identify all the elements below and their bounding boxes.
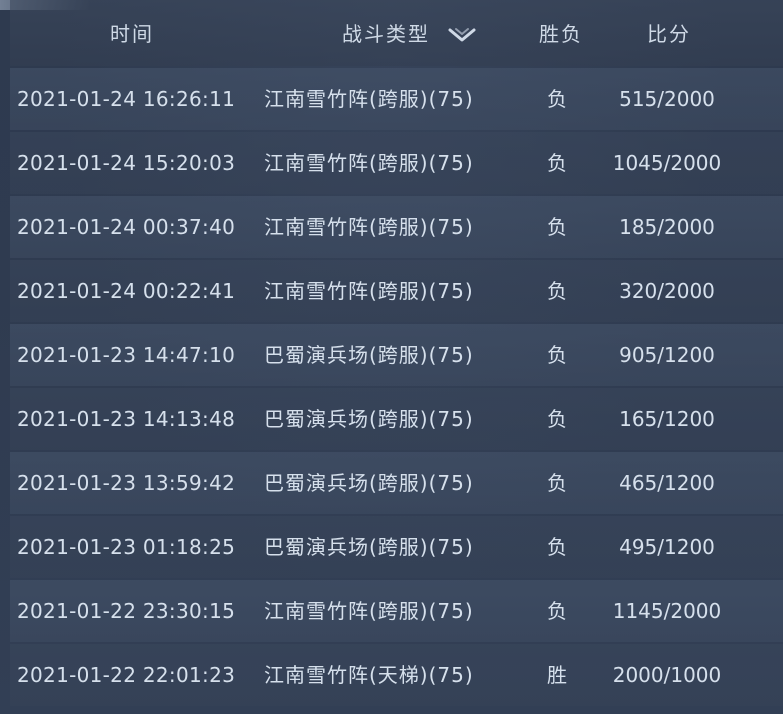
row-result: 负 <box>547 151 567 175</box>
row-score: 2000/1000 <box>612 663 722 687</box>
row-battle-type: 巴蜀演兵场(跨服)(75) <box>264 343 474 367</box>
row-time: 2021-01-24 00:22:41 <box>17 279 236 303</box>
row-result: 负 <box>547 279 567 303</box>
row-battle-type: 江南雪竹阵(跨服)(75) <box>264 151 474 175</box>
row-battle-type: 巴蜀演兵场(跨服)(75) <box>264 535 474 559</box>
row-score: 1145/2000 <box>612 599 722 623</box>
table-row: 2021-01-23 13:59:42 巴蜀演兵场(跨服)(75) 负 465/… <box>10 452 783 514</box>
row-time: 2021-01-24 00:37:40 <box>17 215 236 239</box>
row-time: 2021-01-24 16:26:11 <box>17 87 236 111</box>
row-score: 905/1200 <box>619 343 715 367</box>
battle-record-list: 2021-01-24 16:26:11 江南雪竹阵(跨服)(75) 负 515/… <box>10 68 783 708</box>
row-battle-type: 江南雪竹阵(跨服)(75) <box>264 87 474 111</box>
row-score: 465/1200 <box>619 471 715 495</box>
row-result: 负 <box>547 87 567 111</box>
row-battle-type: 江南雪竹阵(跨服)(75) <box>264 279 474 303</box>
row-time: 2021-01-23 14:47:10 <box>17 343 236 367</box>
row-score: 165/1200 <box>619 407 715 431</box>
row-result: 负 <box>547 407 567 431</box>
row-score: 1045/2000 <box>612 151 722 175</box>
battle-record-panel: 时间 战斗类型 胜负 比分 2021-01-24 16:26:11 江南雪竹阵(… <box>0 0 783 714</box>
table-row: 2021-01-23 14:13:48 巴蜀演兵场(跨服)(75) 负 165/… <box>10 388 783 450</box>
row-result: 胜 <box>547 663 567 687</box>
row-score: 185/2000 <box>619 215 715 239</box>
table-row: 2021-01-24 16:26:11 江南雪竹阵(跨服)(75) 负 515/… <box>10 68 783 130</box>
column-header-battle-type[interactable]: 战斗类型 <box>342 19 430 49</box>
row-battle-type: 江南雪竹阵(跨服)(75) <box>264 215 474 239</box>
table-header: 时间 战斗类型 胜负 比分 <box>10 0 783 66</box>
row-result: 负 <box>547 215 567 239</box>
row-time: 2021-01-23 14:13:48 <box>17 407 236 431</box>
chevron-down-icon[interactable] <box>448 27 476 43</box>
row-result: 负 <box>547 471 567 495</box>
row-time: 2021-01-24 15:20:03 <box>17 151 236 175</box>
row-time: 2021-01-22 23:30:15 <box>17 599 236 623</box>
table-row: 2021-01-23 14:47:10 巴蜀演兵场(跨服)(75) 负 905/… <box>10 324 783 386</box>
row-battle-type: 江南雪竹阵(跨服)(75) <box>264 599 474 623</box>
table-row: 2021-01-24 00:22:41 江南雪竹阵(跨服)(75) 负 320/… <box>10 260 783 322</box>
row-battle-type: 巴蜀演兵场(跨服)(75) <box>264 407 474 431</box>
table-row: 2021-01-22 23:30:15 江南雪竹阵(跨服)(75) 负 1145… <box>10 580 783 642</box>
row-time: 2021-01-22 22:01:23 <box>17 663 236 687</box>
row-score: 495/1200 <box>619 535 715 559</box>
row-result: 负 <box>547 599 567 623</box>
row-time: 2021-01-23 01:18:25 <box>17 535 236 559</box>
row-battle-type: 巴蜀演兵场(跨服)(75) <box>264 471 474 495</box>
column-header-score: 比分 <box>647 22 691 46</box>
row-score: 515/2000 <box>619 87 715 111</box>
row-time: 2021-01-23 13:59:42 <box>17 471 236 495</box>
table-row: 2021-01-23 01:18:25 巴蜀演兵场(跨服)(75) 负 495/… <box>10 516 783 578</box>
row-result: 负 <box>547 343 567 367</box>
table-row: 2021-01-24 15:20:03 江南雪竹阵(跨服)(75) 负 1045… <box>10 132 783 194</box>
column-header-result: 胜负 <box>539 22 583 46</box>
table-row: 2021-01-22 22:01:23 江南雪竹阵(天梯)(75) 胜 2000… <box>10 644 783 706</box>
row-battle-type: 江南雪竹阵(天梯)(75) <box>264 663 474 687</box>
column-header-time: 时间 <box>110 22 154 46</box>
row-score: 320/2000 <box>619 279 715 303</box>
table-row: 2021-01-24 00:37:40 江南雪竹阵(跨服)(75) 负 185/… <box>10 196 783 258</box>
row-result: 负 <box>547 535 567 559</box>
